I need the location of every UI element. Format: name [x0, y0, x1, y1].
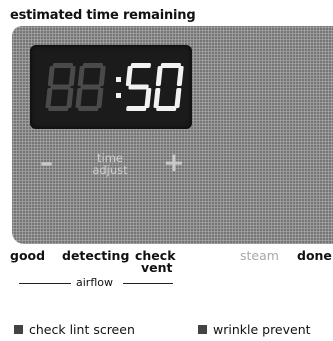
check-lint-screen-label: check lint screen: [29, 322, 135, 337]
segment-d: [48, 106, 69, 111]
wrinkle-prevent-indicator: wrinkle prevent: [198, 322, 311, 337]
wrinkle-prevent-label: wrinkle prevent: [213, 322, 311, 337]
segment-e: [45, 88, 53, 108]
colon-dot: [116, 77, 121, 82]
segment-f: [47, 66, 55, 86]
segment-f: [125, 66, 133, 86]
segment-c: [144, 88, 152, 108]
status-detecting: detecting: [62, 248, 130, 263]
segment-c: [66, 88, 74, 108]
segment-d: [126, 106, 147, 111]
segment-d: [78, 106, 99, 111]
status-steam: steam: [240, 248, 279, 263]
segment-g: [50, 84, 71, 90]
segment-e: [153, 88, 161, 108]
airflow-label: airflow: [76, 276, 113, 289]
segment-c: [174, 88, 182, 108]
segment-d: [156, 106, 177, 111]
segment-b: [176, 66, 184, 86]
segment-a: [130, 63, 151, 68]
check-lint-screen-indicator: check lint screen: [14, 322, 135, 337]
segment-f: [77, 66, 85, 86]
airflow-line-left: [19, 283, 71, 284]
segment-g: [128, 84, 149, 90]
status-check-vent-line2: vent: [141, 260, 173, 275]
segment-f: [155, 66, 163, 86]
segment-a: [160, 63, 181, 68]
segment-e: [75, 88, 83, 108]
segment-a: [52, 63, 73, 68]
segment-g: [80, 84, 101, 90]
segment-b: [68, 66, 76, 86]
colon-dot: [116, 93, 121, 98]
segment-c: [96, 88, 104, 108]
segment-b: [98, 66, 106, 86]
status-done: done: [297, 248, 332, 263]
check-lint-led-icon: [14, 325, 23, 334]
wrinkle-prevent-led-icon: [198, 325, 207, 334]
decrease-time-button[interactable]: –: [40, 150, 53, 176]
status-good: good: [10, 248, 46, 263]
seven-segment-digits: [45, 63, 184, 111]
time-display: [30, 45, 192, 129]
increase-time-button[interactable]: +: [163, 150, 185, 176]
airflow-line-right: [123, 283, 173, 284]
status-check-vent: check vent: [135, 249, 176, 275]
estimated-time-caption: estimated time remaining: [10, 8, 196, 23]
segment-a: [82, 63, 103, 68]
time-adjust-label: time adjust: [90, 152, 130, 176]
time-adjust-line2: adjust: [92, 163, 128, 177]
